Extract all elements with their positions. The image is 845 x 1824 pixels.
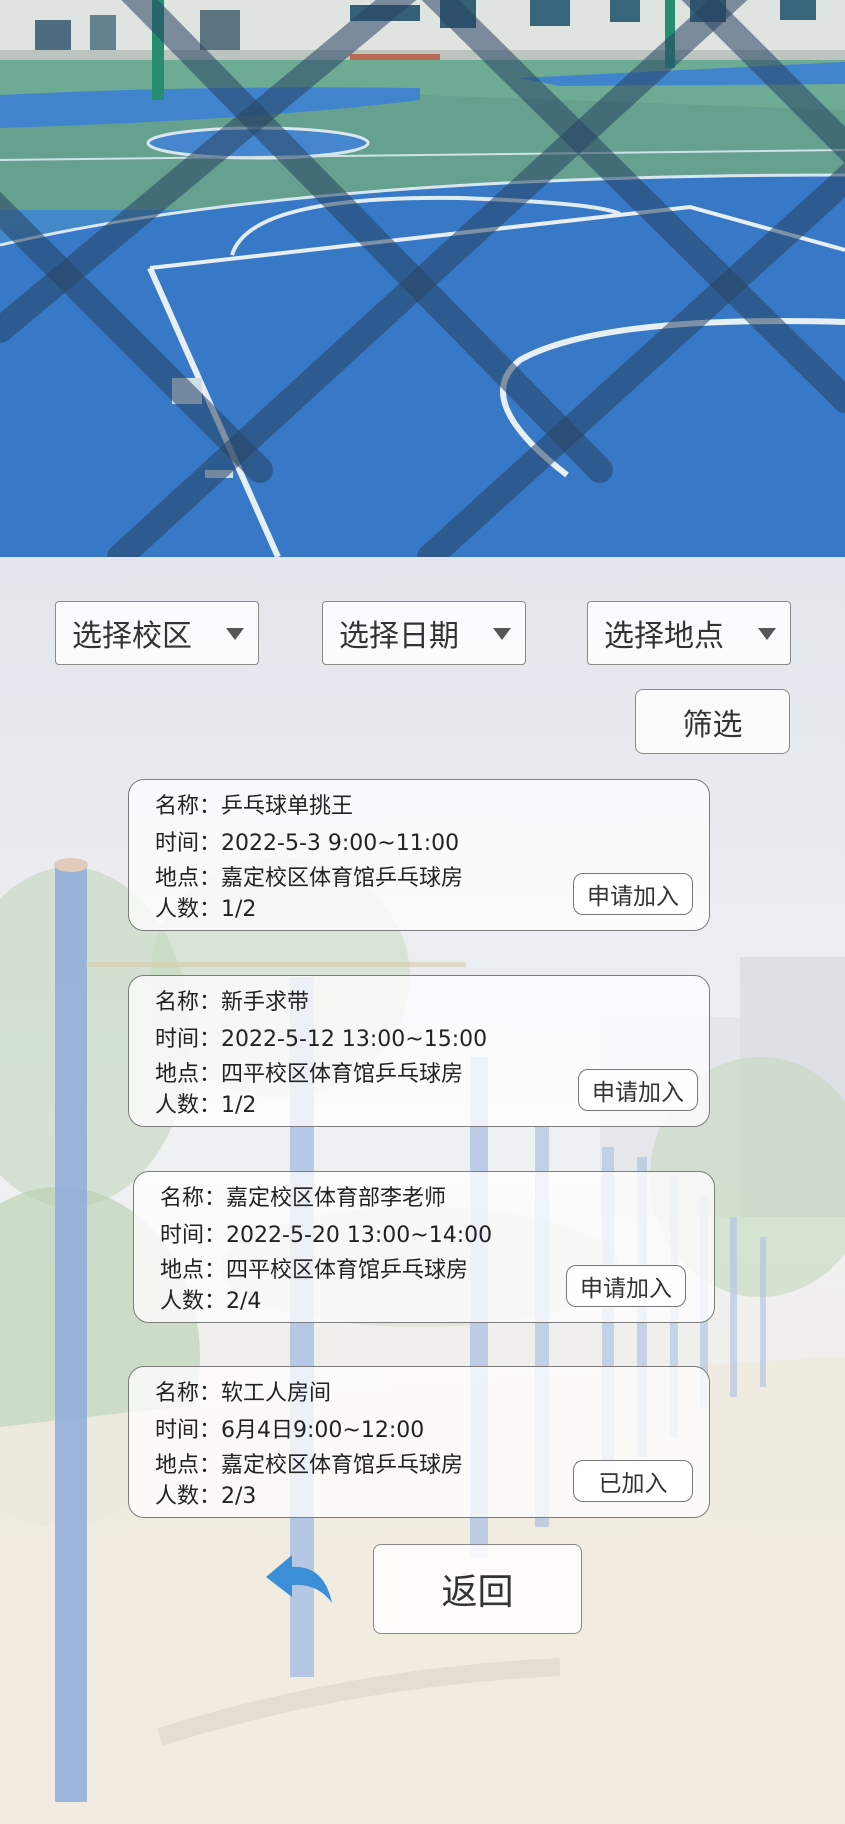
chevron-down-icon [226, 628, 244, 640]
court-illustration [0, 0, 845, 557]
room-name-row: 名称：新手求带 [155, 990, 310, 1015]
room-place-row: 地点：嘉定校区体育馆乒乓球房 [155, 1453, 464, 1478]
room-time-row: 时间：6月4日9:00~12:00 [155, 1418, 425, 1443]
room-name-row: 名称：乒乓球单挑王 [155, 794, 354, 819]
chevron-down-icon [758, 628, 776, 640]
room-count-row: 人数：1/2 [155, 897, 257, 922]
room-count: 2/4 [226, 1289, 262, 1314]
room-place-row: 地点：四平校区体育馆乒乓球房 [155, 1062, 464, 1087]
room-name: 新手求带 [221, 990, 310, 1015]
room-count: 1/2 [221, 897, 257, 922]
place-select[interactable]: 选择地点 [587, 601, 791, 665]
apply-join-button[interactable]: 申请加入 [578, 1069, 698, 1111]
campus-select[interactable]: 选择校区 [55, 601, 259, 665]
room-place: 四平校区体育馆乒乓球房 [226, 1258, 469, 1283]
apply-join-button[interactable]: 申请加入 [573, 873, 693, 915]
room-name-row: 名称：软工人房间 [155, 1381, 332, 1406]
room-time-row: 时间：2022-5-20 13:00~14:00 [160, 1223, 493, 1248]
room-place-row: 地点：嘉定校区体育馆乒乓球房 [155, 866, 464, 891]
room-place: 四平校区体育馆乒乓球房 [221, 1062, 464, 1087]
room-time: 2022-5-12 13:00~15:00 [221, 1027, 488, 1052]
back-arrow-icon[interactable] [262, 1551, 336, 1607]
room-count: 2/3 [221, 1484, 257, 1509]
room-count-row: 人数：2/4 [160, 1289, 262, 1314]
room-name-row: 名称：嘉定校区体育部李老师 [160, 1186, 447, 1211]
back-button[interactable]: 返回 [373, 1544, 582, 1634]
room-place: 嘉定校区体育馆乒乓球房 [221, 1453, 464, 1478]
room-time-row: 时间：2022-5-3 9:00~11:00 [155, 831, 460, 856]
room-card: 名称：软工人房间 时间：6月4日9:00~12:00 地点：嘉定校区体育馆乒乓球… [128, 1366, 710, 1518]
room-place: 嘉定校区体育馆乒乓球房 [221, 866, 464, 891]
room-name: 嘉定校区体育部李老师 [226, 1186, 447, 1211]
campus-select-label: 选择校区 [72, 619, 192, 654]
room-card: 名称：新手求带 时间：2022-5-12 13:00~15:00 地点：四平校区… [128, 975, 710, 1127]
room-time: 6月4日9:00~12:00 [221, 1418, 425, 1443]
room-count: 1/2 [221, 1093, 257, 1118]
room-count-row: 人数：2/3 [155, 1484, 257, 1509]
place-select-label: 选择地点 [604, 619, 724, 654]
room-time: 2022-5-20 13:00~14:00 [226, 1223, 493, 1248]
date-select-label: 选择日期 [339, 619, 459, 654]
room-name: 乒乓球单挑王 [221, 794, 354, 819]
room-time: 2022-5-3 9:00~11:00 [221, 831, 460, 856]
apply-join-button[interactable]: 申请加入 [566, 1265, 686, 1307]
filter-button[interactable]: 筛选 [635, 689, 790, 754]
hero-court-image [0, 0, 845, 557]
room-time-row: 时间：2022-5-12 13:00~15:00 [155, 1027, 488, 1052]
chevron-down-icon [493, 628, 511, 640]
room-count-row: 人数：1/2 [155, 1093, 257, 1118]
room-place-row: 地点：四平校区体育馆乒乓球房 [160, 1258, 469, 1283]
room-card: 名称：乒乓球单挑王 时间：2022-5-3 9:00~11:00 地点：嘉定校区… [128, 779, 710, 931]
room-name: 软工人房间 [221, 1381, 332, 1406]
room-card: 名称：嘉定校区体育部李老师 时间：2022-5-20 13:00~14:00 地… [133, 1171, 715, 1323]
date-select[interactable]: 选择日期 [322, 601, 526, 665]
joined-button[interactable]: 已加入 [573, 1460, 693, 1502]
